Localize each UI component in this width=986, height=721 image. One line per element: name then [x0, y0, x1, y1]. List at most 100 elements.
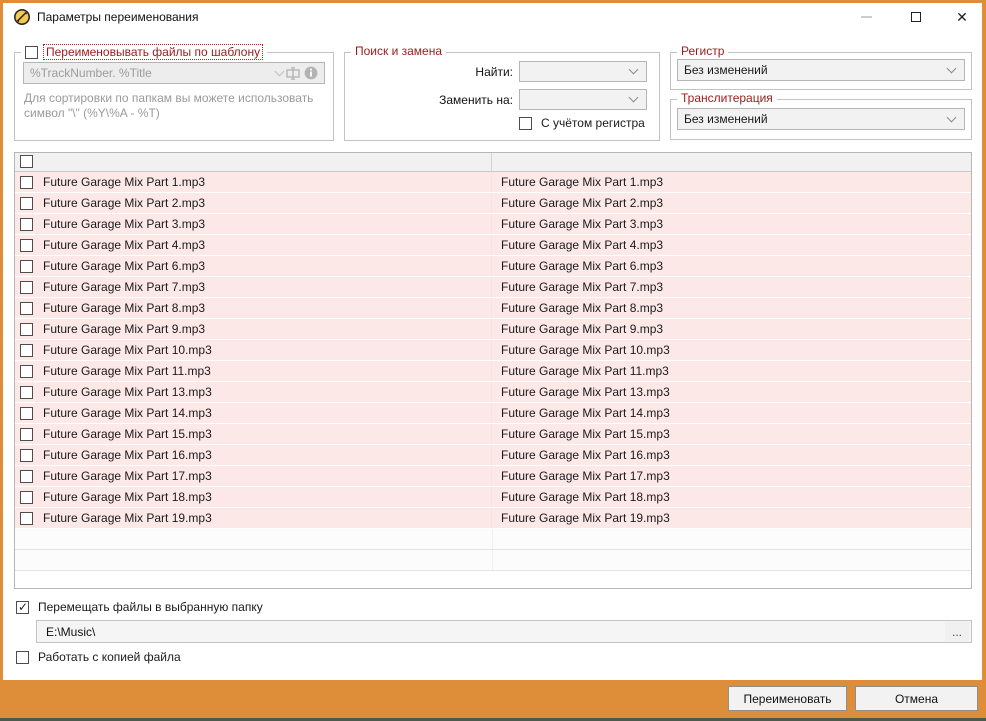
file-new-cell: Future Garage Mix Part 10.mp3 [492, 343, 971, 357]
file-row[interactable]: Future Garage Mix Part 18.mp3 Future Gar… [15, 487, 971, 508]
app-icon [13, 8, 31, 26]
file-old-name: Future Garage Mix Part 7.mp3 [43, 280, 205, 294]
file-row-checkbox[interactable] [20, 365, 33, 378]
browse-button[interactable]: ... [945, 622, 969, 641]
file-new-cell: Future Garage Mix Part 17.mp3 [492, 469, 971, 483]
file-row-checkbox[interactable] [20, 512, 33, 525]
file-new-cell: Future Garage Mix Part 18.mp3 [492, 490, 971, 504]
file-new-name: Future Garage Mix Part 7.mp3 [501, 280, 663, 294]
file-row[interactable]: Future Garage Mix Part 11.mp3 Future Gar… [15, 361, 971, 382]
select-all-checkbox[interactable] [20, 155, 33, 168]
file-row-checkbox[interactable] [20, 386, 33, 399]
file-row-checkbox[interactable] [20, 470, 33, 483]
case-sensitive-option[interactable]: С учётом регистра [519, 116, 645, 130]
file-old-name: Future Garage Mix Part 3.mp3 [43, 217, 205, 231]
file-old-cell: Future Garage Mix Part 19.mp3 [15, 508, 492, 528]
file-new-cell: Future Garage Mix Part 14.mp3 [492, 406, 971, 420]
file-new-cell: Future Garage Mix Part 11.mp3 [492, 364, 971, 378]
file-row-checkbox[interactable] [20, 176, 33, 189]
file-old-name: Future Garage Mix Part 6.mp3 [43, 259, 205, 273]
file-row-checkbox[interactable] [20, 218, 33, 231]
rename-button[interactable]: Переименовать [728, 686, 847, 711]
file-row[interactable]: Future Garage Mix Part 10.mp3 Future Gar… [15, 340, 971, 361]
file-row[interactable]: Future Garage Mix Part 8.mp3 Future Gara… [15, 298, 971, 319]
file-row[interactable]: Future Garage Mix Part 3.mp3 Future Gara… [15, 214, 971, 235]
file-old-name: Future Garage Mix Part 13.mp3 [43, 385, 212, 399]
file-row[interactable]: Future Garage Mix Part 13.mp3 Future Gar… [15, 382, 971, 403]
file-row[interactable]: Future Garage Mix Part 15.mp3 Future Gar… [15, 424, 971, 445]
maximize-icon [911, 12, 921, 22]
file-row[interactable]: Future Garage Mix Part 7.mp3 Future Gara… [15, 277, 971, 298]
column-divider [491, 153, 492, 172]
find-combo[interactable] [519, 61, 647, 82]
move-files-label: Перемещать файлы в выбранную папку [38, 600, 263, 614]
file-row[interactable]: Future Garage Mix Part 19.mp3 Future Gar… [15, 508, 971, 529]
close-icon: ✕ [956, 10, 968, 24]
file-new-cell: Future Garage Mix Part 15.mp3 [492, 427, 971, 441]
file-old-cell: Future Garage Mix Part 15.mp3 [15, 424, 492, 444]
file-row[interactable]: Future Garage Mix Part 9.mp3 Future Gara… [15, 319, 971, 340]
file-row-checkbox[interactable] [20, 428, 33, 441]
file-row-checkbox[interactable] [20, 197, 33, 210]
file-old-cell: Future Garage Mix Part 11.mp3 [15, 361, 492, 381]
file-old-name: Future Garage Mix Part 9.mp3 [43, 322, 205, 336]
file-row-checkbox[interactable] [20, 302, 33, 315]
file-row-checkbox[interactable] [20, 449, 33, 462]
file-row-checkbox[interactable] [20, 239, 33, 252]
file-old-cell: Future Garage Mix Part 14.mp3 [15, 403, 492, 423]
file-new-cell: Future Garage Mix Part 4.mp3 [492, 238, 971, 252]
case-combo[interactable]: Без изменений [677, 59, 965, 81]
file-old-name: Future Garage Mix Part 19.mp3 [43, 511, 212, 525]
move-files-checkbox[interactable] [16, 601, 29, 614]
file-old-cell: Future Garage Mix Part 9.mp3 [15, 319, 492, 339]
file-new-name: Future Garage Mix Part 1.mp3 [501, 175, 663, 189]
chevron-down-icon [629, 65, 639, 75]
file-new-name: Future Garage Mix Part 8.mp3 [501, 301, 663, 315]
case-sensitive-label: С учётом регистра [541, 116, 645, 130]
destination-path-value: E:\Music\ [37, 625, 945, 639]
close-button[interactable]: ✕ [944, 3, 980, 31]
file-new-name: Future Garage Mix Part 3.mp3 [501, 217, 663, 231]
move-files-option[interactable]: Перемещать файлы в выбранную папку [16, 600, 263, 614]
template-pattern-combo[interactable]: %TrackNumber. %Title [23, 62, 325, 84]
replace-combo[interactable] [519, 89, 647, 110]
file-new-name: Future Garage Mix Part 16.mp3 [501, 448, 670, 462]
chevron-down-icon [629, 93, 639, 103]
destination-path-field[interactable]: E:\Music\ ... [36, 620, 972, 643]
work-with-copy-label: Работать с копией файла [38, 650, 181, 664]
file-old-name: Future Garage Mix Part 11.mp3 [43, 364, 211, 378]
file-old-name: Future Garage Mix Part 14.mp3 [43, 406, 212, 420]
case-sensitive-checkbox[interactable] [519, 117, 532, 130]
empty-row [15, 529, 971, 550]
file-row[interactable]: Future Garage Mix Part 16.mp3 Future Gar… [15, 445, 971, 466]
minimize-button[interactable] [848, 3, 884, 31]
file-new-cell: Future Garage Mix Part 13.mp3 [492, 385, 971, 399]
file-old-cell: Future Garage Mix Part 3.mp3 [15, 214, 492, 234]
file-row[interactable]: Future Garage Mix Part 2.mp3 Future Gara… [15, 193, 971, 214]
file-row-checkbox[interactable] [20, 281, 33, 294]
cancel-button[interactable]: Отмена [855, 686, 978, 711]
file-row[interactable]: Future Garage Mix Part 14.mp3 Future Gar… [15, 403, 971, 424]
file-new-name: Future Garage Mix Part 14.mp3 [501, 406, 670, 420]
file-old-cell: Future Garage Mix Part 2.mp3 [15, 193, 492, 213]
file-row-checkbox[interactable] [20, 407, 33, 420]
file-row[interactable]: Future Garage Mix Part 17.mp3 Future Gar… [15, 466, 971, 487]
file-new-name: Future Garage Mix Part 4.mp3 [501, 238, 663, 252]
transliteration-caption: Транслитерация [677, 91, 777, 105]
file-old-name: Future Garage Mix Part 10.mp3 [43, 343, 212, 357]
transliteration-combo[interactable]: Без изменений [677, 108, 965, 130]
file-row-checkbox[interactable] [20, 491, 33, 504]
template-checkbox[interactable] [25, 46, 38, 59]
file-row[interactable]: Future Garage Mix Part 6.mp3 Future Gara… [15, 256, 971, 277]
file-row[interactable]: Future Garage Mix Part 4.mp3 Future Gara… [15, 235, 971, 256]
file-old-cell: Future Garage Mix Part 18.mp3 [15, 487, 492, 507]
footer-bar: Переименовать Отмена [0, 680, 986, 718]
maximize-button[interactable] [898, 3, 934, 31]
file-row[interactable]: Future Garage Mix Part 1.mp3 Future Gara… [15, 172, 971, 193]
file-row-checkbox[interactable] [20, 260, 33, 273]
work-with-copy-checkbox[interactable] [16, 651, 29, 664]
work-with-copy-option[interactable]: Работать с копией файла [16, 650, 181, 664]
file-row-checkbox[interactable] [20, 323, 33, 336]
file-row-checkbox[interactable] [20, 344, 33, 357]
template-checkbox-label[interactable]: Переименовывать файлы по шаблону [43, 44, 263, 60]
